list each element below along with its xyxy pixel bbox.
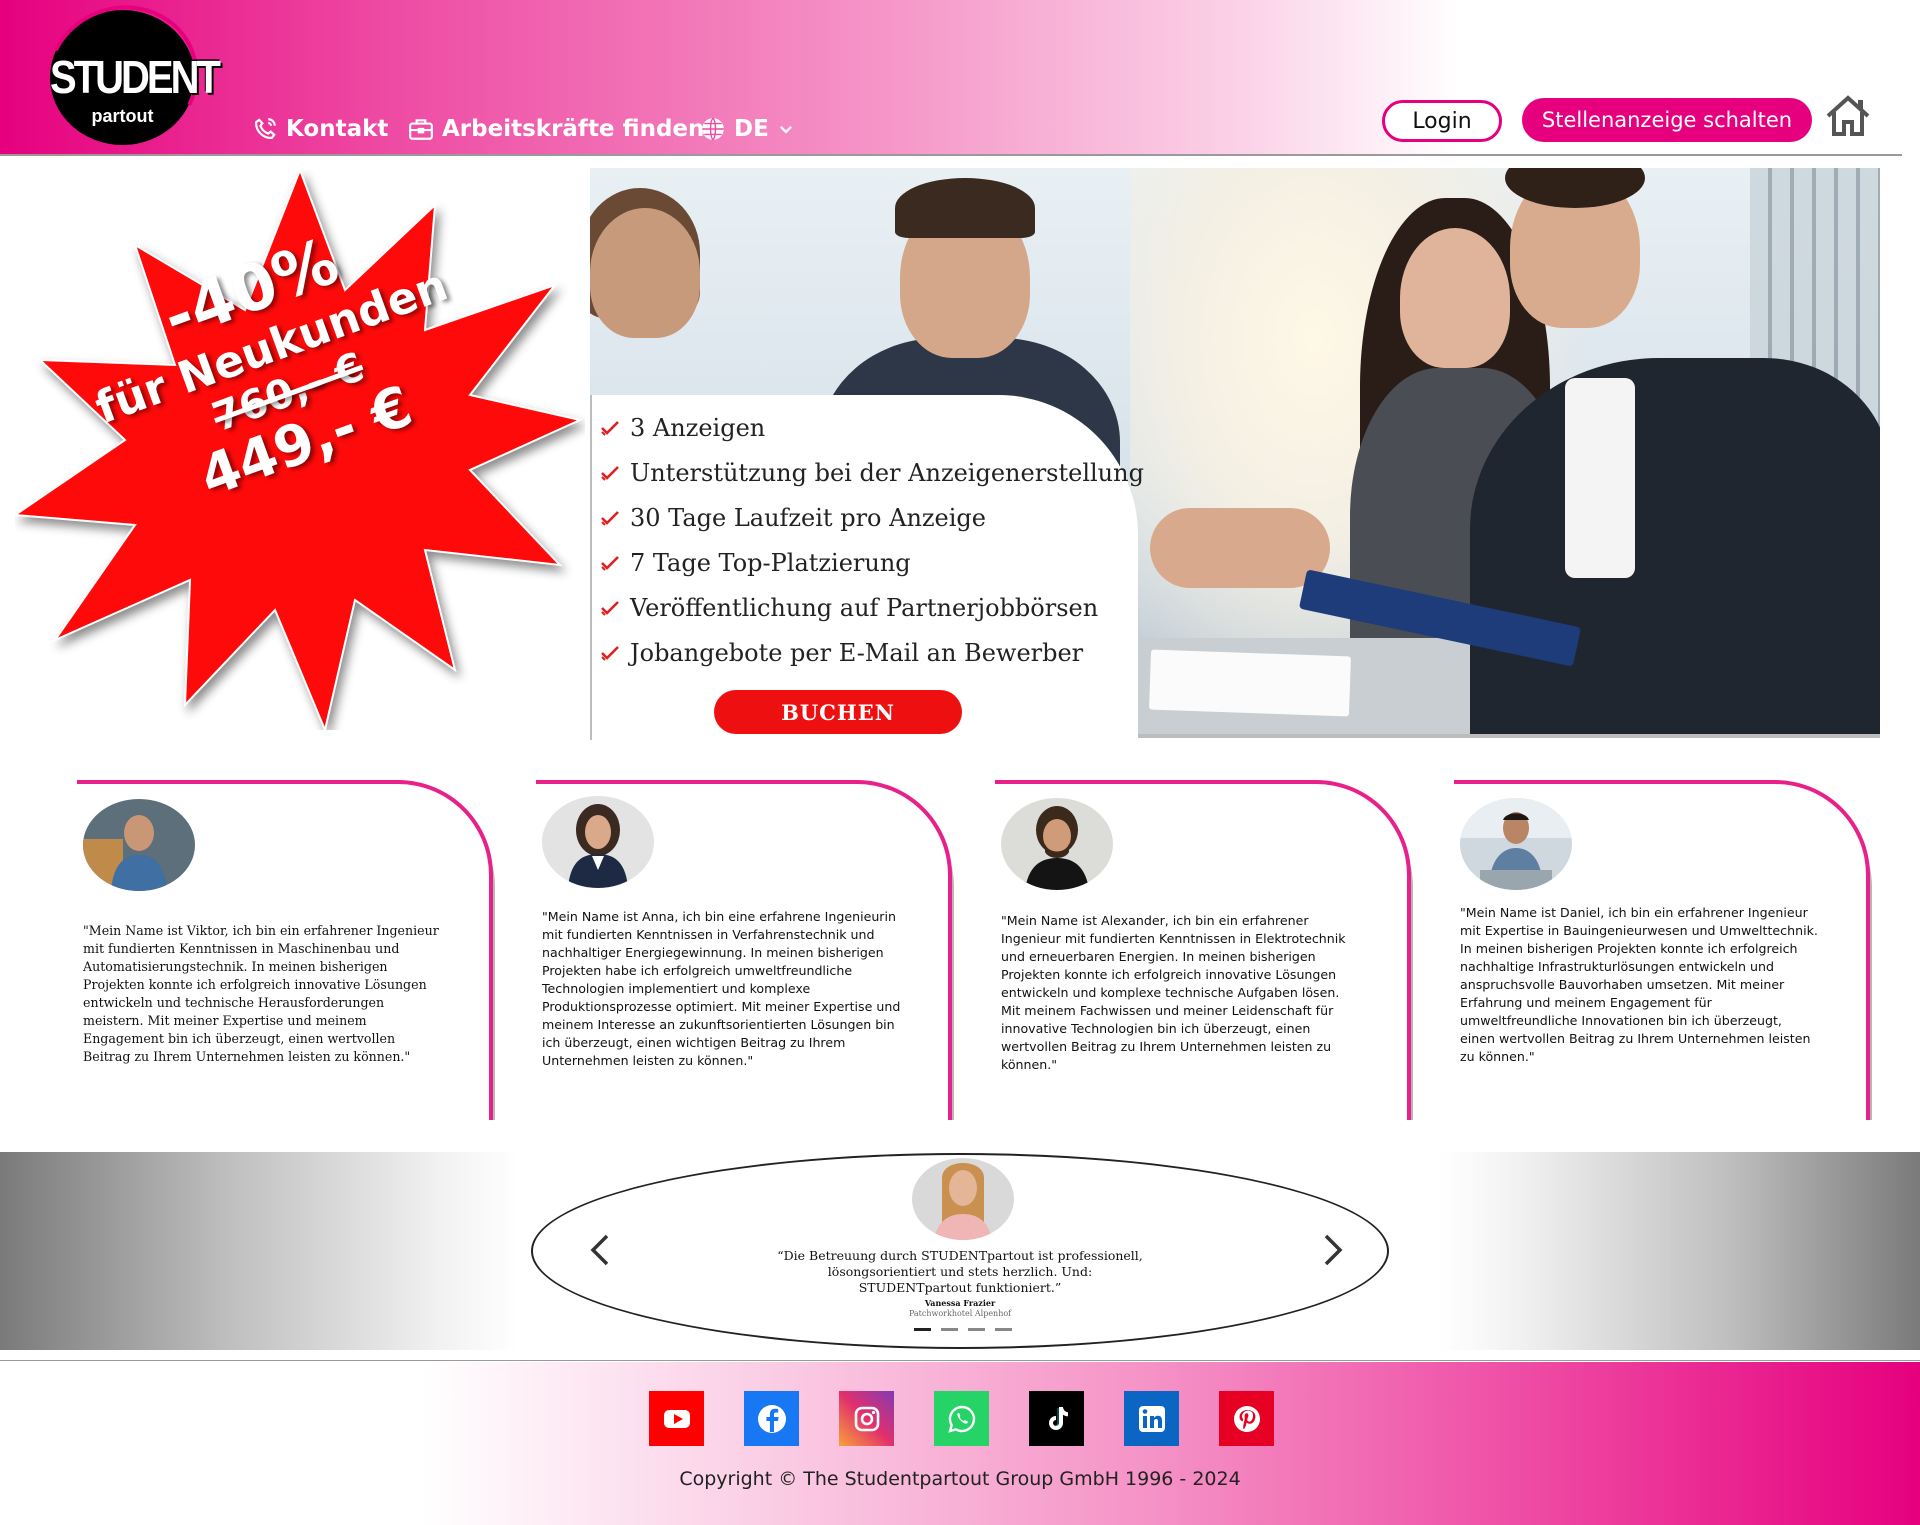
header-divider	[0, 154, 1902, 156]
card-body: "Mein Name ist Anna, ich bin eine erfahr…	[536, 780, 952, 1120]
feature-item: Jobangebote per E-Mail an Bewerber	[600, 630, 1144, 675]
testimonial-text: "Mein Name ist Alexander, ich bin ein er…	[1001, 913, 1346, 1072]
photo-person-man-glasses-hair	[895, 178, 1035, 238]
testimonial-text: "Mein Name ist Viktor, ich bin ein erfah…	[83, 923, 439, 1064]
photo-person-woman-center-face	[1400, 228, 1510, 368]
slider-dot[interactable]	[914, 1328, 931, 1331]
facebook-icon[interactable]	[744, 1391, 799, 1446]
photo-document	[1149, 649, 1351, 717]
photo-person-man-right	[1470, 358, 1880, 734]
feature-item: 30 Tage Laufzeit pro Anzeige	[600, 495, 1144, 540]
linkedin-icon[interactable]	[1124, 1391, 1179, 1446]
slider-prev-arrow-icon[interactable]	[585, 1230, 615, 1270]
briefcase-icon	[409, 119, 433, 140]
whatsapp-icon[interactable]	[934, 1391, 989, 1446]
slider-author-name: Vanessa Frazier	[924, 1298, 996, 1308]
nav-contact-label: Kontakt	[286, 116, 389, 142]
logo-title: STUDENT	[50, 52, 221, 104]
checkmark-icon	[601, 645, 619, 661]
slider-author-company: Patchworkhotel Alpenhof	[908, 1309, 1012, 1318]
nav-find-workers-label: Arbeitskräfte finden	[442, 116, 705, 142]
avatar	[83, 799, 195, 891]
pinterest-icon[interactable]	[1219, 1391, 1274, 1446]
slider-next-arrow-icon[interactable]	[1318, 1230, 1348, 1270]
slider-pagination	[914, 1328, 1012, 1331]
avatar	[1460, 798, 1572, 890]
instagram-icon[interactable]	[839, 1391, 894, 1446]
feature-label: 7 Tage Top-Platzierung	[630, 548, 911, 577]
card-body: "Mein Name ist Alexander, ich bin ein er…	[995, 780, 1411, 1120]
avatar	[1001, 798, 1113, 890]
book-button[interactable]: BUCHEN	[714, 690, 962, 734]
nav-find-workers[interactable]: Arbeitskräfte finden	[408, 113, 704, 145]
checkmark-icon	[601, 555, 619, 571]
checkmark-icon	[601, 465, 619, 481]
feature-label: Veröffentlichung auf Partnerjobbörsen	[630, 593, 1099, 622]
photo-person-woman-left-face	[590, 208, 700, 338]
slider-dot[interactable]	[941, 1328, 958, 1331]
avatar	[542, 796, 654, 888]
testimonial-text: "Mein Name ist Daniel, ich bin ein erfah…	[1460, 905, 1818, 1064]
studentpartout-logo[interactable]: STUDENT partout	[26, 0, 221, 171]
youtube-icon[interactable]	[649, 1391, 704, 1446]
feature-item: 3 Anzeigen	[600, 405, 1144, 450]
phone-icon	[255, 118, 276, 139]
feature-label: Unterstützung bei der Anzeigenerstellung	[630, 458, 1144, 487]
home-icon[interactable]	[1824, 94, 1872, 138]
feature-item: 7 Tage Top-Platzierung	[600, 540, 1144, 585]
language-label: DE	[734, 116, 769, 142]
checkmark-icon	[601, 420, 619, 436]
logo-subtitle: partout	[91, 106, 154, 126]
social-links	[649, 1391, 1274, 1446]
slider-quote: “Die Betreuung durch STUDENTpartout ist …	[777, 1248, 1143, 1295]
package-features-panel: 3 Anzeigen Unterstützung bei der Anzeigen…	[590, 395, 1144, 740]
feature-item: Unterstützung bei der Anzeigenerstellung	[600, 450, 1144, 495]
testimonial-text: "Mein Name ist Anna, ich bin eine erfahr…	[542, 909, 901, 1068]
feature-item: Veröffentlichung auf Partnerjobbörsen	[600, 585, 1144, 630]
photo-person-man-right-shirt	[1565, 378, 1635, 578]
nav-contact[interactable]: Kontakt	[252, 113, 388, 145]
footer-divider	[0, 1360, 1920, 1361]
post-job-ad-button[interactable]: Stellenanzeige schalten	[1522, 98, 1812, 142]
feature-list: 3 Anzeigen Unterstützung bei der Anzeigen…	[600, 405, 1144, 675]
login-button[interactable]: Login	[1382, 100, 1502, 142]
chevron-down-icon	[779, 125, 792, 134]
feature-label: 3 Anzeigen	[630, 413, 766, 442]
card-body: "Mein Name ist Daniel, ich bin ein erfah…	[1454, 780, 1870, 1120]
language-selector[interactable]: DE	[700, 113, 795, 145]
checkmark-icon	[601, 510, 619, 526]
feature-label: Jobangebote per E-Mail an Bewerber	[630, 638, 1084, 667]
slider-dot[interactable]	[995, 1328, 1012, 1331]
feature-label: 30 Tage Laufzeit pro Anzeige	[630, 503, 986, 532]
card-body: "Mein Name ist Viktor, ich bin ein erfah…	[77, 780, 493, 1120]
copyright-text: Copyright © The Studentpartout Group Gmb…	[679, 1468, 1241, 1490]
slider-dot[interactable]	[968, 1328, 985, 1331]
testimonial-card: "Mein Name ist Viktor, ich bin ein erfah…	[77, 780, 495, 1120]
testimonial-card: "Mein Name ist Daniel, ich bin ein erfah…	[1454, 780, 1872, 1120]
photo-handshake	[1150, 508, 1330, 588]
checkmark-icon	[601, 600, 619, 616]
testimonial-card: "Mein Name ist Alexander, ich bin ein er…	[995, 780, 1413, 1120]
slider-avatar	[912, 1158, 1014, 1240]
globe-icon	[702, 117, 724, 141]
testimonial-card: "Mein Name ist Anna, ich bin eine erfahr…	[536, 780, 954, 1120]
tiktok-icon[interactable]	[1029, 1391, 1084, 1446]
